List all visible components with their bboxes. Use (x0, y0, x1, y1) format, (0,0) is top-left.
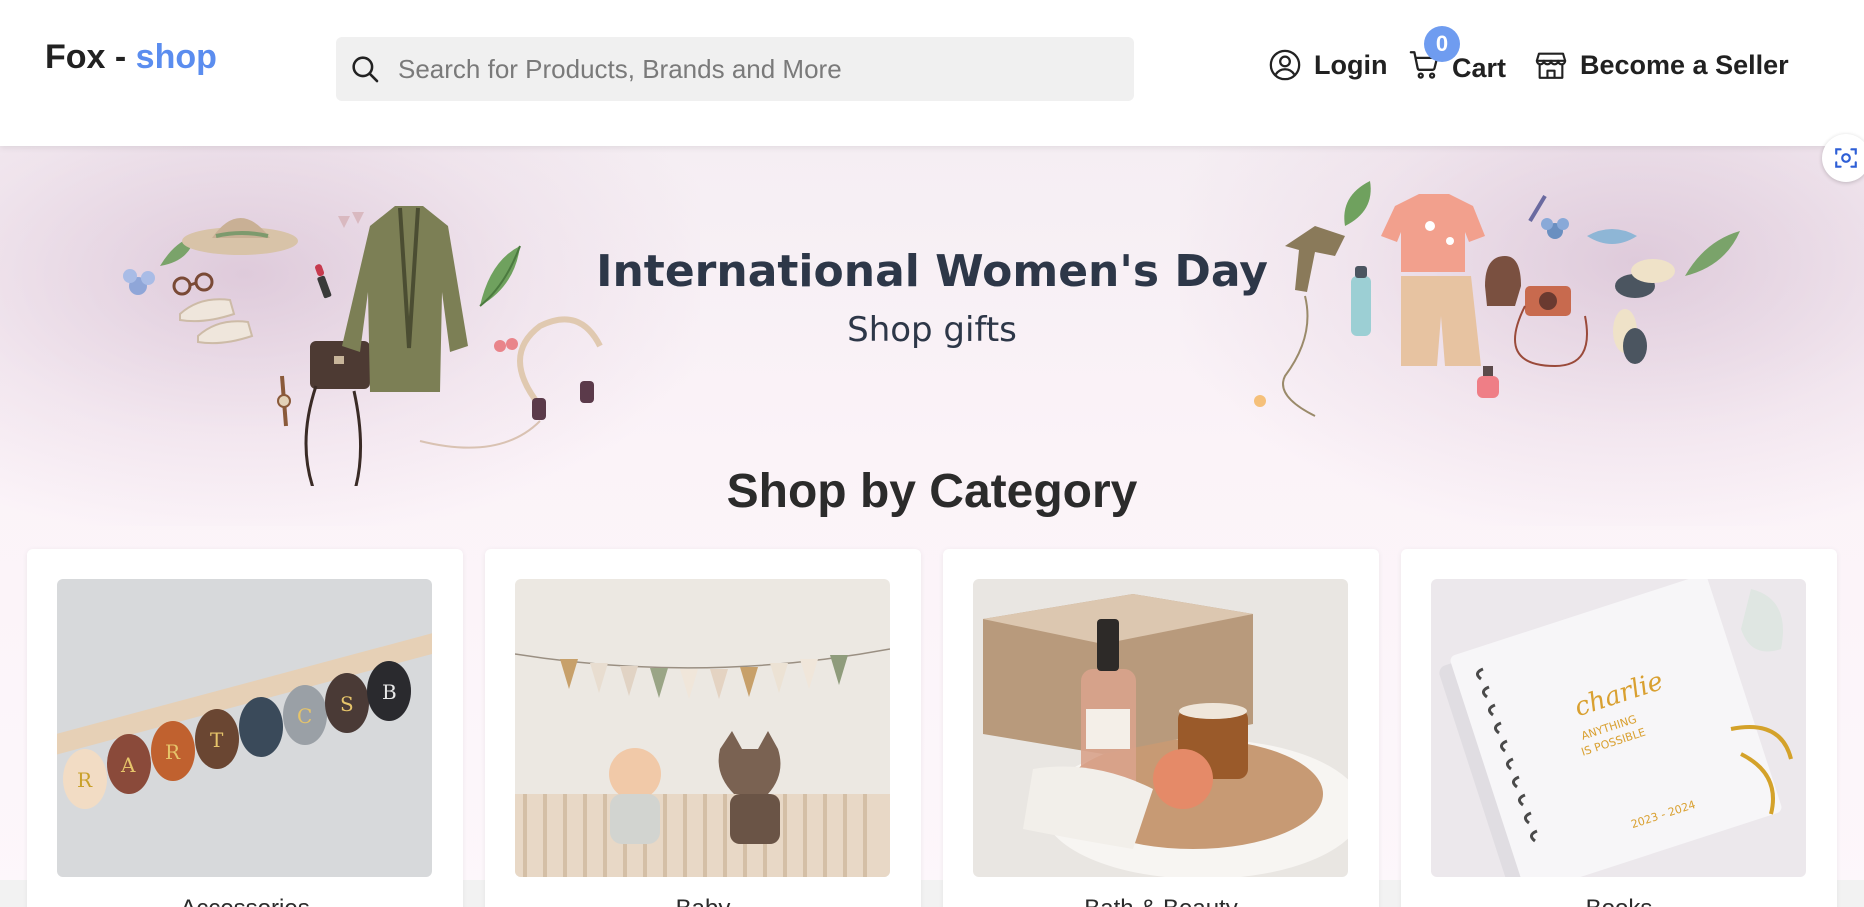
svg-text:T: T (210, 728, 224, 752)
login-button[interactable]: Login (1268, 48, 1387, 82)
search-input[interactable] (398, 53, 1098, 85)
brand-logo[interactable]: Fox - shop (45, 38, 217, 77)
camera-icon (1514, 286, 1588, 368)
spa-products-photo (973, 579, 1348, 877)
seller-label: Become a Seller (1580, 49, 1789, 80)
hair-dryer-icon (1282, 226, 1345, 417)
svg-text:R: R (77, 768, 93, 792)
top-header: Fox - shop Login 0 Cart Become a Seller (0, 0, 1864, 146)
logo-accent-text: shop (135, 38, 217, 76)
oven-mitt-icon (1485, 256, 1521, 306)
leaf-icon (1685, 231, 1740, 276)
cart-label: Cart (1452, 53, 1507, 83)
section-title: Shop by Category (726, 465, 1138, 518)
category-card-bath-beauty[interactable]: Bath & Beauty (943, 549, 1379, 907)
leaf-icon (1344, 181, 1371, 226)
svg-text:B: B (382, 680, 397, 704)
scan-icon (1835, 148, 1857, 168)
shorts-icon (1401, 276, 1481, 366)
shirt-icon (1381, 194, 1485, 272)
login-label: Login (1314, 49, 1388, 80)
flower-icon (1254, 395, 1266, 407)
category-image (515, 579, 890, 877)
category-label: Books (1401, 895, 1837, 907)
slippers-icon (1613, 259, 1675, 364)
logo-text: Fox - (45, 38, 136, 76)
category-image: charlie ANYTHING IS POSSIBLE 2023 - 2024 (1431, 579, 1806, 877)
become-seller-button[interactable]: Become a Seller (1534, 48, 1789, 82)
user-circle-icon (1269, 49, 1301, 81)
nursery-photo (515, 579, 890, 877)
category-image: R A R T C S B (57, 579, 432, 877)
search-bar[interactable] (336, 37, 1134, 101)
category-image (973, 579, 1348, 877)
lip-balm-icon (1528, 194, 1547, 223)
wine-glasses-icon (338, 212, 364, 228)
svg-text:S: S (340, 692, 354, 716)
store-icon (1535, 52, 1567, 79)
sleep-mask-icon (1587, 229, 1637, 244)
water-bottle-icon (1351, 266, 1371, 336)
svg-text:A: A (120, 753, 136, 777)
search-icon[interactable] (348, 52, 382, 86)
notebook-photo: charlie ANYTHING IS POSSIBLE 2023 - 2024 (1431, 579, 1806, 877)
fashion-illustration-right (1254, 181, 1740, 417)
flower-icon (1541, 218, 1569, 239)
cart-button[interactable]: 0 Cart (1408, 26, 1507, 89)
category-label: Accessories (27, 895, 463, 907)
category-card-books[interactable]: charlie ANYTHING IS POSSIBLE 2023 - 2024… (1401, 549, 1837, 907)
category-card-baby[interactable]: Baby (485, 549, 921, 907)
category-label: Bath & Beauty (943, 895, 1379, 907)
keyrings-photo: R A R T C S B (57, 579, 432, 877)
category-card-accessories[interactable]: R A R T C S B Accessories (27, 549, 463, 907)
promo-banner[interactable]: International Women's Day Shop gifts Sho… (0, 146, 1864, 907)
svg-text:R: R (165, 740, 181, 764)
svg-text:C: C (297, 704, 312, 728)
cart-count-badge: 0 (1424, 26, 1460, 62)
perfume-icon (1477, 366, 1499, 398)
category-label: Baby (485, 895, 921, 907)
visual-search-button[interactable] (1822, 134, 1864, 182)
watch-icon (277, 375, 291, 427)
